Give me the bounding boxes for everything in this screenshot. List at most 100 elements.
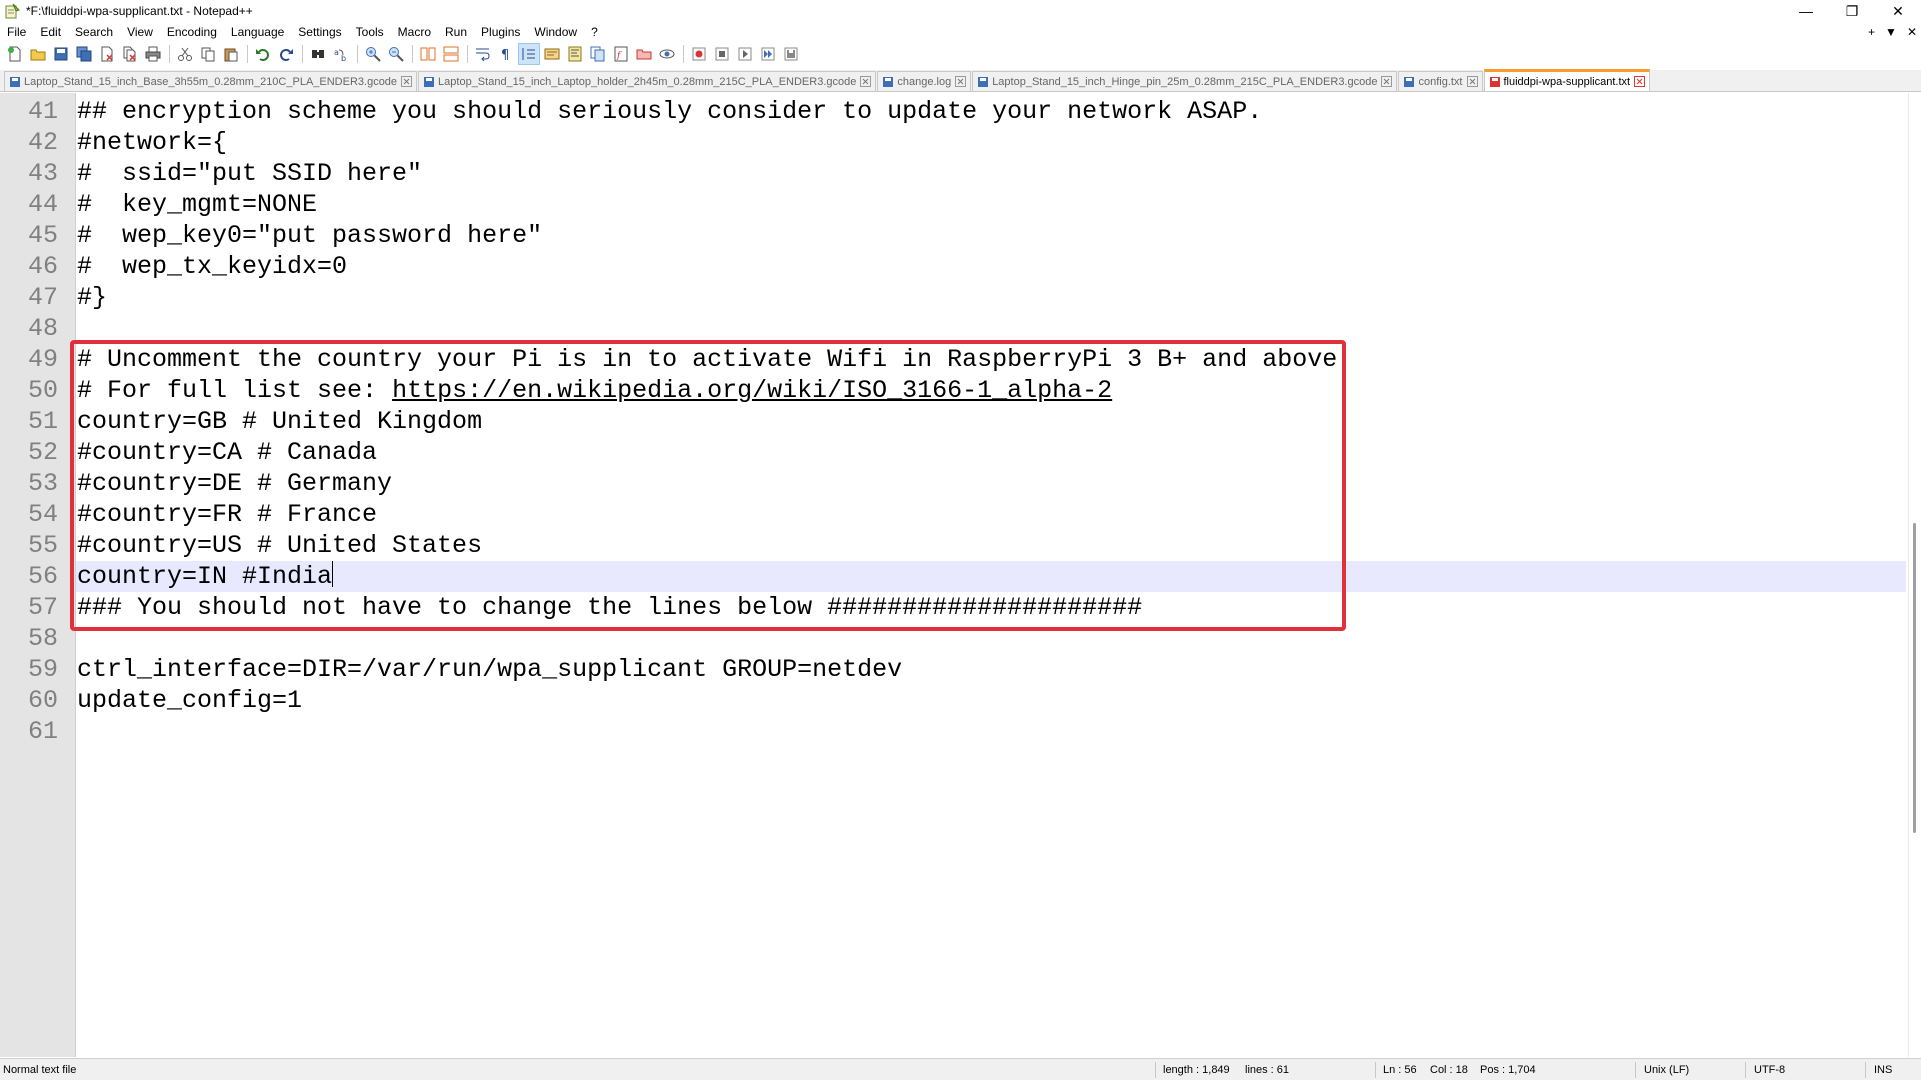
show-all-characters-icon[interactable]: ¶ [495,43,517,65]
document-list-icon[interactable] [587,43,609,65]
tab-laptop-stand-holder[interactable]: Laptop_Stand_15_inch_Laptop_holder_2h45m… [418,71,877,91]
text-editor[interactable]: 41 ## encryption scheme you should serio… [0,93,1921,1057]
close-document-icon[interactable]: ✕ [1907,25,1917,39]
tab-laptop-stand-hinge-pin[interactable]: Laptop_Stand_15_inch_Hinge_pin_25m_0.28m… [972,71,1398,91]
code-line[interactable]: ctrl_interface=DIR=/var/run/wpa_supplica… [76,654,1906,685]
code-line[interactable]: ### You should not have to change the li… [76,592,1906,623]
stop-recording-icon[interactable] [711,43,733,65]
status-file-type: Normal text file [3,1064,77,1076]
tab-fluiddpi-wpa-supplicant[interactable]: fluiddpi-wpa-supplicant.txt [1483,69,1651,91]
menu-window[interactable]: Window [527,22,584,42]
tab-close-icon[interactable] [860,76,872,87]
code-line[interactable]: # For full list see: https://en.wikipedi… [76,375,1906,406]
menu-bar: File Edit Search View Encoding Language … [0,22,1921,42]
run-macro-multiple-icon[interactable] [757,43,779,65]
zoom-in-icon[interactable] [362,43,384,65]
menu-edit[interactable]: Edit [33,22,68,42]
current-code-line[interactable]: country=IN #India [76,561,1906,592]
menu-settings[interactable]: Settings [291,22,348,42]
record-macro-icon[interactable] [688,43,710,65]
svg-text:¶: ¶ [501,48,509,62]
word-wrap-icon[interactable] [472,43,494,65]
close-button[interactable]: ✕ [1875,0,1921,22]
tab-list-chevron-down-icon[interactable]: ▼ [1885,25,1897,39]
status-insert-mode: INS [1874,1064,1893,1076]
cut-icon[interactable] [174,43,196,65]
line-number: 45 [27,221,58,250]
tab-close-icon[interactable] [401,76,413,87]
menu-view[interactable]: View [120,22,160,42]
tab-close-icon[interactable] [955,76,967,87]
maximize-button[interactable]: ❐ [1829,0,1875,22]
code-line[interactable]: ## encryption scheme you should seriousl… [76,96,1906,127]
tab-change-log[interactable]: change.log [877,71,972,91]
code-line[interactable]: #} [76,282,1906,313]
code-line[interactable]: country=GB # United Kingdom [76,406,1906,437]
close-file-icon[interactable] [96,43,118,65]
menu-file[interactable]: File [0,22,33,42]
code-line[interactable] [76,623,1906,654]
tab-laptop-stand-base[interactable]: Laptop_Stand_15_inch_Base_3h55m_0.28mm_2… [4,71,418,91]
menu-encoding[interactable]: Encoding [160,22,224,42]
paste-icon[interactable] [220,43,242,65]
scrollbar-thumb[interactable] [1913,523,1916,833]
menu-search[interactable]: Search [68,22,120,42]
line-number: 49 [27,345,58,374]
function-list-icon[interactable]: f [610,43,632,65]
replace-icon[interactable]: ab [330,43,352,65]
new-tab-plus-icon[interactable]: + [1868,25,1875,39]
code-line[interactable]: #country=US # United States [76,530,1906,561]
code-line[interactable]: #country=DE # Germany [76,468,1906,499]
code-line[interactable]: # ssid="put SSID here" [76,158,1906,189]
menu-tools[interactable]: Tools [349,22,391,42]
tab-label: fluiddpi-wpa-supplicant.txt [1503,75,1631,88]
code-line[interactable]: #network={ [76,127,1906,158]
zoom-out-icon[interactable] [385,43,407,65]
code-line[interactable] [76,716,1906,747]
code-line[interactable] [76,313,1906,344]
menu-plugins[interactable]: Plugins [474,22,527,42]
tab-config-txt[interactable]: config.txt [1398,71,1483,91]
code-line[interactable]: #country=CA # Canada [76,437,1906,468]
tab-label: config.txt [1418,75,1463,88]
find-icon[interactable] [307,43,329,65]
code-line[interactable]: update_config=1 [76,685,1906,716]
code-line[interactable]: #country=FR # France [76,499,1906,530]
minimize-button[interactable]: — [1783,0,1829,22]
line-number: 48 [27,314,58,343]
tab-close-icon[interactable] [1634,76,1646,87]
tab-close-icon[interactable] [1381,76,1393,87]
udl-icon[interactable] [541,43,563,65]
new-file-icon[interactable] [4,43,26,65]
folder-as-workspace-icon[interactable] [633,43,655,65]
menu-language[interactable]: Language [224,22,291,42]
vertical-scrollbar[interactable] [1908,93,1921,1057]
indent-guide-icon[interactable] [518,43,540,65]
menu-run[interactable]: Run [438,22,474,42]
print-icon[interactable] [142,43,164,65]
monitoring-eye-icon[interactable] [656,43,678,65]
close-all-icon[interactable] [119,43,141,65]
toolbar-separator [412,45,413,63]
save-all-icon[interactable] [73,43,95,65]
menu-macro[interactable]: Macro [391,22,438,42]
tab-close-icon[interactable] [1466,76,1478,87]
redo-icon[interactable] [275,43,297,65]
sync-vertical-scroll-icon[interactable] [417,43,439,65]
code-line[interactable]: # wep_key0="put password here" [76,220,1906,251]
sync-horizontal-scroll-icon[interactable] [440,43,462,65]
code-line[interactable]: # key_mgmt=NONE [76,189,1906,220]
toolbar-separator [357,45,358,63]
menu-help[interactable]: ? [584,22,605,42]
open-file-icon[interactable] [27,43,49,65]
status-line-number: Ln : 56 [1383,1064,1417,1076]
code-line[interactable]: # wep_tx_keyidx=0 [76,251,1906,282]
copy-icon[interactable] [197,43,219,65]
code-line[interactable]: # Uncomment the country your Pi is in to… [76,344,1906,375]
save-macro-icon[interactable] [780,43,802,65]
undo-icon[interactable] [252,43,274,65]
wikipedia-iso-link[interactable]: https://en.wikipedia.org/wiki/ISO_3166-1… [392,376,1112,405]
document-map-icon[interactable] [564,43,586,65]
playback-macro-icon[interactable] [734,43,756,65]
save-icon[interactable] [50,43,72,65]
